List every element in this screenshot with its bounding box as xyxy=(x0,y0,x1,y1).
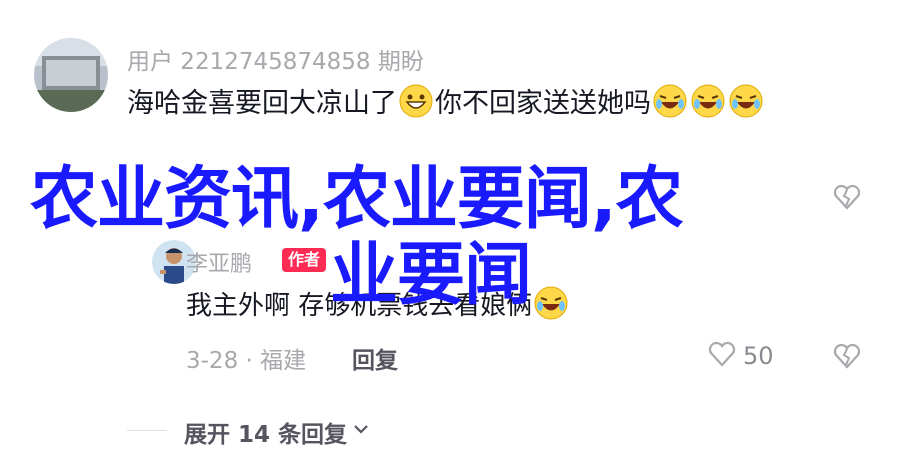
grin-emoji-icon xyxy=(399,84,433,118)
overlay-headline-line1: 农业资讯,农业要闻,农 xyxy=(30,160,684,239)
broken-heart-icon[interactable] xyxy=(832,182,862,212)
reply-button[interactable]: 回复 xyxy=(352,341,398,375)
like-count: 50 xyxy=(743,342,774,370)
comment-text-part1: 海哈金喜要回大凉山了 xyxy=(127,88,397,119)
chevron-down-icon xyxy=(351,419,371,445)
like-button[interactable]: 50 xyxy=(707,340,774,372)
overlay-headline-line2: 业要闻 xyxy=(330,236,532,315)
commenter-username[interactable]: 用户 2212745874858 期盼 xyxy=(127,42,424,76)
comment-page: 用户 2212745874858 期盼 海哈金喜要回大凉山了 你不回家送送她吗 李… xyxy=(0,0,897,457)
laughing-emoji-icon xyxy=(691,84,725,118)
heart-icon xyxy=(707,340,737,372)
comment-text: 海哈金喜要回大凉山了 你不回家送送她吗 xyxy=(127,84,847,124)
avatar[interactable] xyxy=(34,38,108,112)
expand-replies-label: 展开 14 条回复 xyxy=(184,422,348,448)
laughing-emoji-icon xyxy=(653,84,687,118)
reply-date-location: 3-28 · 福建 xyxy=(186,348,307,374)
expand-replies-button[interactable]: 展开 14 条回复 xyxy=(184,415,371,449)
overlay-headline: 农业资讯,农业要闻,农 业要闻 xyxy=(30,160,820,316)
divider xyxy=(127,430,167,431)
comment-text-part2: 你不回家送送她吗 xyxy=(435,88,651,119)
broken-heart-icon[interactable] xyxy=(832,341,862,371)
laughing-emoji-icon xyxy=(729,84,763,118)
